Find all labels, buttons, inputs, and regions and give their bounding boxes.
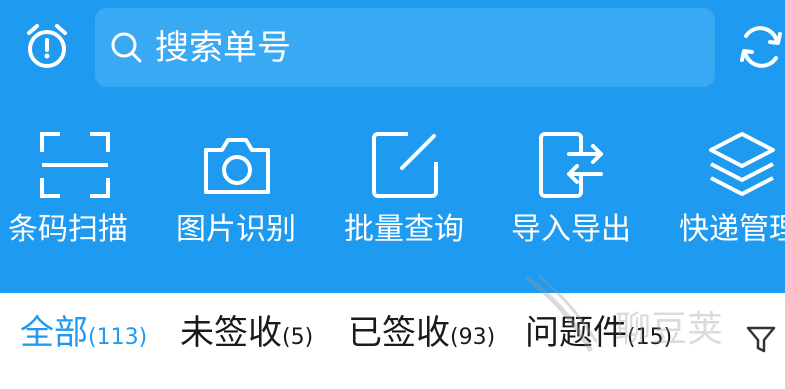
tool-batch-query[interactable]: 批量查询 — [344, 128, 494, 258]
scan-icon — [40, 132, 110, 198]
tool-label: 图片识别 — [176, 212, 296, 247]
tab-signed[interactable]: 已签收(93) — [348, 313, 495, 359]
tab-label: 未签收 — [180, 313, 282, 353]
tab-count: (15) — [627, 325, 673, 350]
tool-label: 导入导出 — [511, 212, 631, 247]
tab-unsigned[interactable]: 未签收(5) — [180, 313, 313, 359]
tool-image-recognition[interactable]: 图片识别 — [176, 128, 326, 258]
tool-label: 快递管理 — [679, 212, 785, 247]
refresh-icon[interactable] — [737, 22, 785, 72]
tab-all[interactable]: 全部(113) — [20, 313, 147, 359]
tab-count: (93) — [450, 325, 496, 350]
camera-icon — [204, 138, 270, 194]
tab-count: (113) — [88, 325, 148, 350]
tab-label: 已签收 — [348, 313, 450, 353]
layers-icon — [709, 132, 775, 196]
import-export-icon — [539, 132, 603, 198]
tab-count: (5) — [282, 325, 314, 350]
search-placeholder: 搜索单号 — [155, 28, 291, 68]
tab-problem[interactable]: 问题件(15) — [525, 313, 672, 359]
tool-express-management[interactable]: 快递管理 — [679, 128, 785, 258]
status-tabs: 全部(113) 未签收(5) 已签收(93) 问题件(15) — [0, 293, 785, 389]
tool-label: 批量查询 — [344, 212, 464, 247]
alarm-clock-icon[interactable] — [22, 22, 72, 72]
search-input[interactable]: 搜索单号 — [95, 8, 715, 87]
tool-import-export[interactable]: 导入导出 — [511, 128, 661, 258]
filter-icon[interactable] — [745, 323, 777, 355]
edit-icon — [372, 132, 438, 198]
tab-label: 问题件 — [525, 313, 627, 353]
top-toolbar: 搜索单号 条码扫描 图片识别 批量查询 导入导出 快递管理 — [0, 0, 785, 293]
tab-label: 全部 — [20, 313, 88, 353]
tool-label: 条码扫描 — [8, 212, 128, 247]
tool-barcode-scan[interactable]: 条码扫描 — [8, 128, 158, 258]
search-icon — [111, 32, 142, 63]
